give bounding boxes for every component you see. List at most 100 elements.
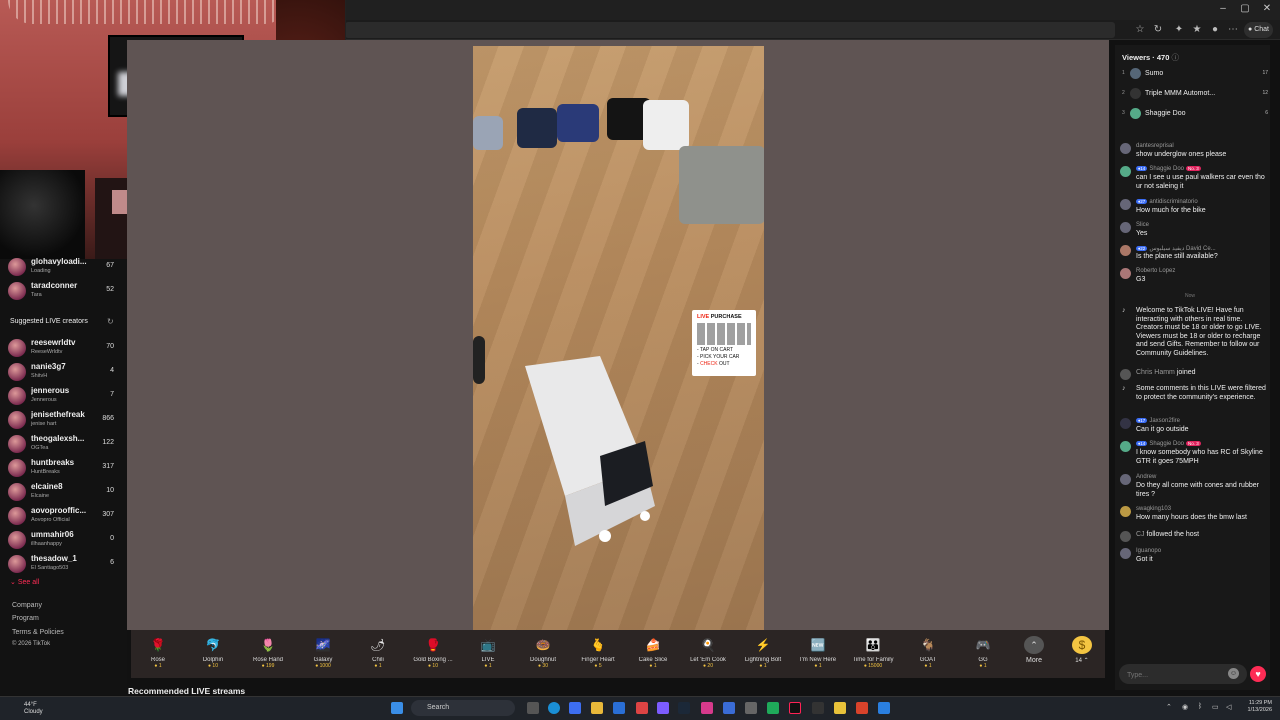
avatar (8, 483, 26, 501)
gift-price: ● 1000 (315, 663, 331, 669)
gift-item[interactable]: 🫰 Finger Heart ● 5 (569, 634, 627, 676)
sidebar-creator[interactable]: thesadow_1 El Santiago503 6 (8, 553, 120, 575)
sidebar-creator[interactable]: theogalexsh... OGTea 122 (8, 433, 120, 455)
favorite-star-icon[interactable]: ☆ (1133, 24, 1147, 35)
minimize-icon[interactable]: – (1216, 3, 1230, 14)
level-value: 14 (1140, 441, 1146, 446)
gift-item[interactable]: 🍳 Let 'Em Cook ● 20 (679, 634, 737, 676)
instagram-icon[interactable] (701, 702, 713, 714)
footer-program-link[interactable]: Program (12, 615, 39, 622)
volume-icon[interactable]: ◁ (1226, 703, 1231, 711)
top-viewer-row[interactable]: 2 Triple MMM Automot... 12 (1122, 87, 1268, 101)
chrome-icon[interactable] (636, 702, 648, 714)
steam-icon[interactable] (678, 702, 690, 714)
gift-item[interactable]: 🍰 Cake Slice ● 1 (624, 634, 682, 676)
creator-subname: Jennerous (31, 397, 57, 403)
gift-item[interactable]: 👪 Time for Family ● 15000 (844, 634, 902, 676)
capcut-icon[interactable] (812, 702, 824, 714)
file-explorer-icon[interactable] (591, 702, 603, 714)
gift-item[interactable]: 🆕 I'm New Here ● 1 (789, 634, 847, 676)
search-label: Search (427, 704, 450, 711)
like-heart-icon[interactable]: ♥ (1250, 666, 1266, 682)
white-pickup-rc-car (525, 356, 655, 546)
coin-balance-button[interactable]: $14 ⌃ (1053, 634, 1111, 676)
copilot-icon[interactable] (569, 702, 581, 714)
gift-item[interactable]: ⚡ Lightning Bolt ● 1 (734, 634, 792, 676)
sidebar-creator[interactable]: glohavyloadi... Loading 67 (8, 256, 120, 278)
gift-item[interactable]: 🍩 Doughnut ● 30 (514, 634, 572, 676)
gift-bar: 🌹 Rose ● 1 🐬 Dolphin ● 10 🌷 Rose Hand ● 199 🌌 G… (131, 630, 1105, 678)
bluetooth-icon[interactable]: ᛒ (1198, 703, 1202, 710)
sidebar-creator[interactable]: jenisethefreak jenise hart 866 (8, 409, 120, 431)
favorites-icon[interactable]: ★ (1190, 24, 1204, 35)
address-bar[interactable] (345, 22, 1115, 38)
obs-icon[interactable] (856, 702, 868, 714)
refresh-icon[interactable]: ↻ (1151, 24, 1165, 35)
close-icon[interactable]: ✕ (1260, 3, 1274, 14)
sidebar-creator[interactable]: nanie3g7 ShitvH 4 (8, 361, 120, 383)
maximize-icon[interactable]: ▢ (1238, 3, 1252, 14)
sidebar-creator[interactable]: reesewrldtv ReeseWrldtv 70 (8, 337, 120, 359)
emoji-icon[interactable]: ☺ (1228, 668, 1239, 679)
top-viewer-row[interactable]: 1 Sumo 17 (1122, 67, 1268, 81)
weather-widget[interactable]: 44°F Cloudy (24, 702, 43, 716)
chat-text: I know somebody who has RC of Skyline GT… (1136, 449, 1263, 465)
sidebar-creator[interactable]: jennerous Jennerous 7 (8, 385, 120, 407)
footer-terms-link[interactable]: Terms & Policies (12, 629, 64, 636)
menu-dots-icon[interactable]: ⋯ (1226, 24, 1240, 35)
settings-gear-icon[interactable] (745, 702, 757, 714)
gift-item[interactable]: 📺 LIVE ● 1 (459, 634, 517, 676)
wifi-icon[interactable]: ◉ (1182, 703, 1188, 711)
viewer-count: 0 (110, 535, 114, 542)
promo-line-highlight: CHECK (700, 361, 718, 367)
creator-name: jenisethefreak (31, 410, 85, 419)
taskbar-clock[interactable]: 11:29 PM 1/13/2026 (1240, 700, 1272, 714)
chat-panel (1115, 45, 1270, 690)
tray-chevron-icon[interactable]: ⌃ (1166, 703, 1172, 711)
top-viewer-row[interactable]: 3 Shaggie Doo 6 (1122, 107, 1268, 121)
sidebar-creator[interactable]: aovoprooffic... Aovopro Official 307 (8, 505, 120, 527)
string-lights (8, 0, 288, 24)
sidebar-creator[interactable]: ummahir06 illhaanhappy 0 (8, 529, 120, 551)
task-view-icon[interactable] (527, 702, 539, 714)
avatar (8, 282, 26, 300)
gift-item[interactable]: 🎮 GG ● 1 (954, 634, 1012, 676)
footer-company-link[interactable]: Company (12, 602, 42, 609)
copilot-chat-button[interactable]: ● Chat (1244, 22, 1273, 38)
sidebar-creator[interactable]: huntbreaks HuntBreaks 317 (8, 457, 120, 479)
windows-start-icon[interactable] (391, 702, 403, 714)
extension-icon[interactable]: ✦ (1172, 24, 1186, 35)
gift-item[interactable]: 🐐 GOAT ● 1 (899, 634, 957, 676)
refresh-icon[interactable]: ↻ (107, 317, 114, 326)
viewer-name: Triple MMM Automot... (1145, 90, 1216, 97)
store-icon[interactable] (613, 702, 625, 714)
info-icon[interactable]: ⓘ (1172, 53, 1180, 62)
live-purchase-card[interactable]: LIVE PURCHASE - TAP ON CART - PICK YOUR … (692, 310, 756, 376)
copyright: © 2026 TikTok (12, 641, 51, 647)
gift-price-value: 10 (432, 663, 438, 669)
gift-item[interactable]: 🌌 Galaxy ● 1000 (294, 634, 352, 676)
app-icon[interactable] (878, 702, 890, 714)
see-all-link[interactable]: ⌄ See all (10, 578, 39, 586)
gift-item[interactable]: 🌹 Rose ● 1 (129, 634, 187, 676)
gift-item[interactable]: 🥊 Gold Boxing ... ● 10 (404, 634, 462, 676)
chat-text: How many hours does the bmw last (1136, 514, 1247, 521)
chat-input[interactable] (1127, 672, 1227, 679)
chili-icon: 🌶 (370, 638, 386, 652)
battery-icon[interactable]: ▭ (1212, 703, 1219, 711)
gift-price: ● 1 (374, 663, 382, 669)
app-icon[interactable] (723, 702, 735, 714)
sticky-notes-icon[interactable] (834, 702, 846, 714)
sidebar-creator[interactable]: elcaine8 Elcaine 10 (8, 481, 120, 503)
discord-icon[interactable] (657, 702, 669, 714)
gift-item[interactable]: 🐬 Dolphin ● 10 (184, 634, 242, 676)
profile-icon[interactable]: ● (1208, 24, 1222, 35)
edge-icon[interactable] (548, 702, 560, 714)
viewers-header[interactable]: Viewers · 470 ⓘ (1122, 52, 1179, 63)
sidebar-creator[interactable]: taradconner Tara 52 (8, 280, 120, 302)
taskbar-search[interactable]: Search (411, 700, 515, 716)
gift-item[interactable]: 🌷 Rose Hand ● 199 (239, 634, 297, 676)
tiktok-icon[interactable] (789, 702, 801, 714)
gift-item[interactable]: 🌶 Chili ● 1 (349, 634, 407, 676)
xbox-icon[interactable] (767, 702, 779, 714)
